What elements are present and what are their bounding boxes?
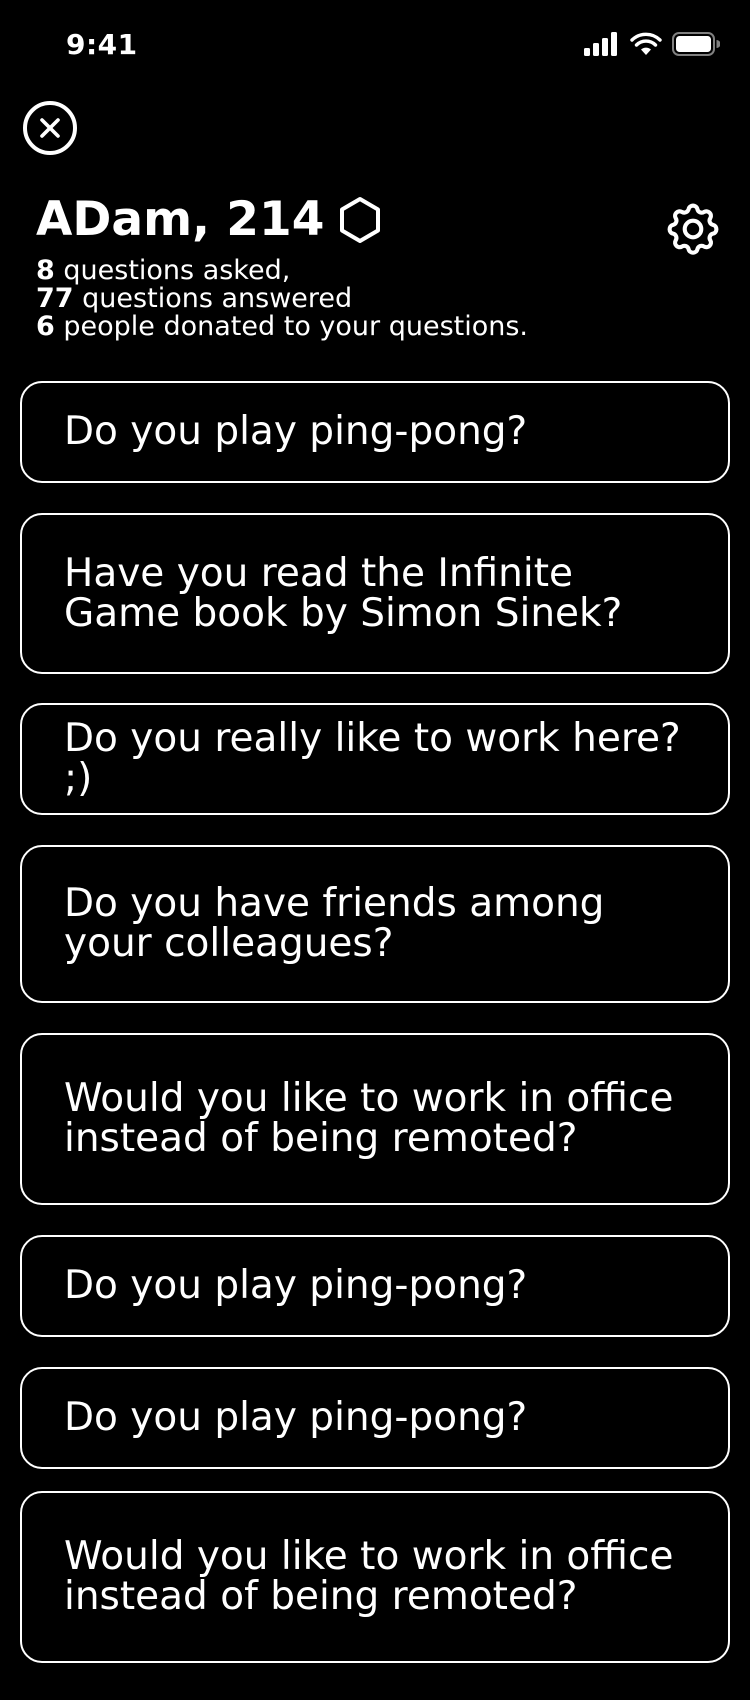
- asked-label: questions asked,: [63, 255, 291, 286]
- question-card[interactable]: Do you really like to work here? ;): [20, 703, 730, 815]
- profile-stats: 8 questions asked, 77 questions answered…: [36, 257, 528, 341]
- question-text: Do you have friends among your colleague…: [64, 881, 605, 966]
- question-text: Would you like to work in office instead…: [64, 1534, 674, 1619]
- question-text: Would you like to work in office instead…: [64, 1076, 674, 1161]
- stat-questions-asked: 8 questions asked,: [36, 257, 528, 285]
- profile-name: ADam, 214: [36, 192, 325, 247]
- question-card[interactable]: Would you like to work in office instead…: [20, 1033, 730, 1205]
- question-text: Do you play ping-pong?: [64, 1263, 528, 1308]
- donated-label: people donated to your questions.: [63, 311, 529, 342]
- donated-count: 6: [36, 311, 55, 342]
- signal-icon: [584, 32, 620, 60]
- wifi-icon: [630, 32, 662, 60]
- status-icons: [584, 32, 721, 60]
- stat-people-donated: 6 people donated to your questions.: [36, 313, 528, 341]
- question-card[interactable]: Would you like to work in office instead…: [20, 1491, 730, 1663]
- close-icon: [39, 117, 61, 139]
- question-text: Do you play ping-pong?: [64, 409, 528, 454]
- answered-count: 77: [36, 283, 74, 314]
- status-bar: 9:41: [0, 0, 750, 90]
- profile-header: ADam, 214: [36, 190, 382, 250]
- hexagon-icon: [338, 196, 382, 244]
- gear-icon: [662, 198, 724, 260]
- asked-count: 8: [36, 255, 55, 286]
- question-card[interactable]: Do you play ping-pong?: [20, 1367, 730, 1469]
- question-text: Do you really like to work here? ;): [64, 716, 681, 801]
- stat-questions-answered: 77 questions answered: [36, 285, 528, 313]
- question-card[interactable]: Do you have friends among your colleague…: [20, 845, 730, 1003]
- status-time: 9:41: [66, 28, 138, 61]
- question-text: Have you read the Infinite Game book by …: [64, 550, 623, 636]
- settings-button[interactable]: [662, 198, 724, 260]
- close-button[interactable]: [23, 101, 77, 155]
- question-card[interactable]: Have you read the Infinite Game book by …: [20, 513, 730, 674]
- answered-label: questions answered: [82, 283, 353, 314]
- question-text: Do you play ping-pong?: [64, 1395, 528, 1440]
- battery-icon: [672, 32, 721, 60]
- question-card[interactable]: Do you play ping-pong?: [20, 1235, 730, 1337]
- question-card[interactable]: Do you play ping-pong?: [20, 381, 730, 483]
